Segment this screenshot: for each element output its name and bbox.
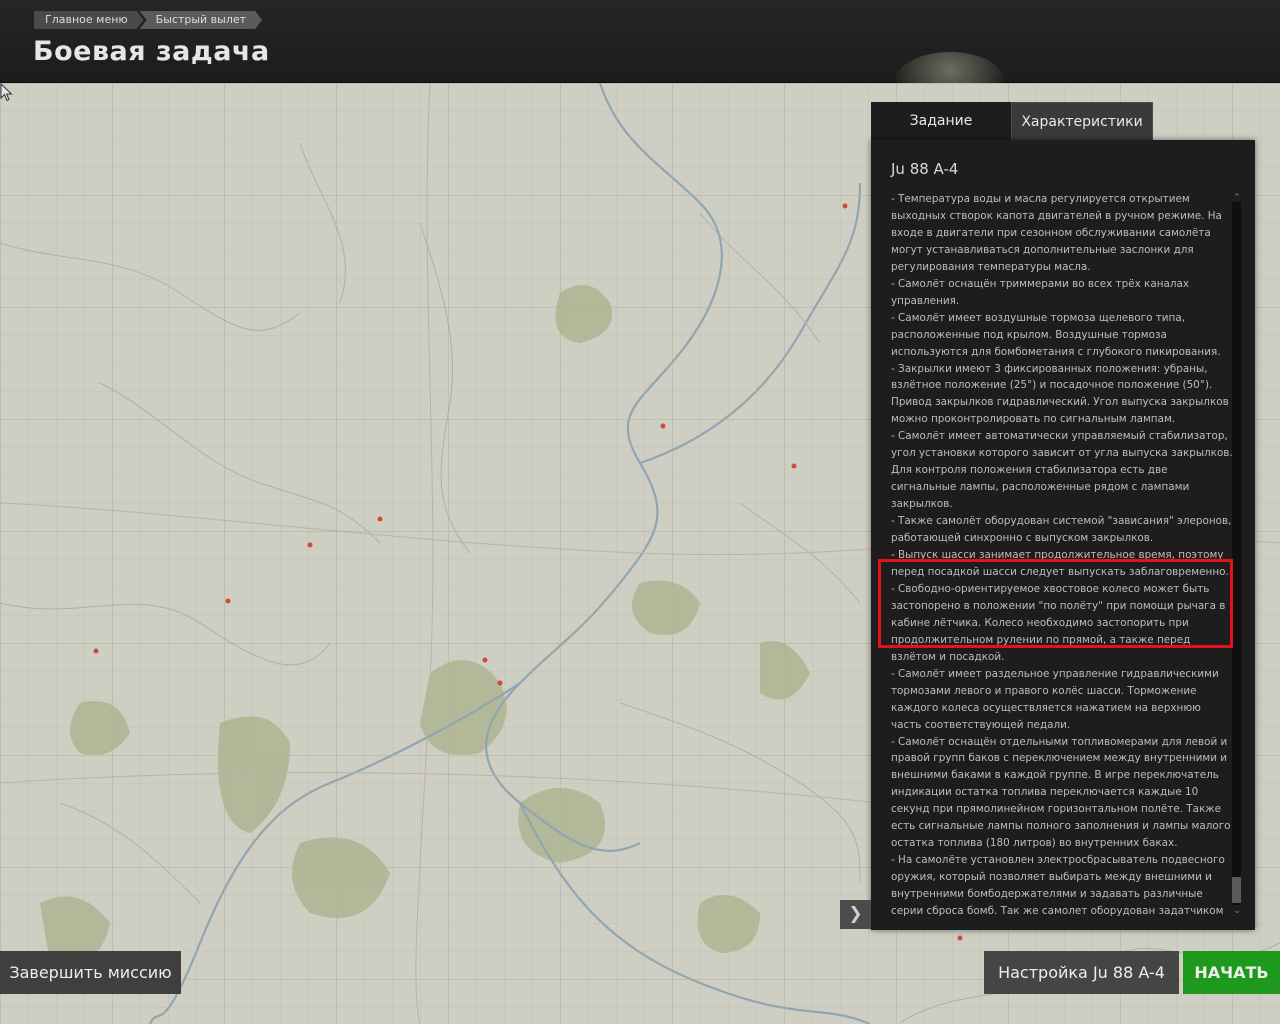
mouse-cursor-icon xyxy=(0,83,13,102)
tab-specifications[interactable]: Характеристики xyxy=(1011,102,1153,140)
chevron-right-icon: ❯ xyxy=(848,904,863,924)
aircraft-setup-button[interactable]: Настройка Ju 88 A-4 xyxy=(984,951,1179,994)
description-paragraph: - Самолёт имеет автоматически управляемы… xyxy=(891,430,1233,511)
breadcrumb: Главное меню Быстрый вылет xyxy=(34,11,258,29)
description-paragraph: - Самолёт оснащён триммерами во всех трё… xyxy=(891,277,1190,307)
scrollbar-thumb[interactable] xyxy=(1232,877,1241,903)
description-paragraph: - Выпуск шасси занимает продолжительное … xyxy=(891,549,1229,578)
briefing-tabs: Задание Характеристики xyxy=(871,102,1153,140)
description-paragraph: - Самолёт имеет раздельное управление ги… xyxy=(891,667,1219,731)
description-paragraph: - Температура воды и масла регулируется … xyxy=(891,193,1222,273)
scrollbar-track[interactable] xyxy=(1232,202,1241,905)
breadcrumb-quick-mission[interactable]: Быстрый вылет xyxy=(140,11,262,29)
header-bar: Главное меню Быстрый вылет Боевая задача xyxy=(0,0,1280,83)
description-paragraph: - Самолёт имеет воздушные тормоза щелево… xyxy=(891,311,1221,358)
breadcrumb-main-menu[interactable]: Главное меню xyxy=(34,11,144,29)
chevron-down-icon[interactable]: ⌄ xyxy=(1231,905,1243,917)
description-paragraph: - Закрылки имеют 3 фиксированных положен… xyxy=(891,362,1229,426)
briefing-panel: Ju 88 A-4 - Температура воды и масла рег… xyxy=(871,140,1255,930)
start-button[interactable]: НАЧАТЬ xyxy=(1183,951,1280,994)
description-paragraph: - Также самолёт оборудован системой "зав… xyxy=(891,515,1232,545)
tab-mission[interactable]: Задание xyxy=(871,102,1011,140)
description-paragraph-tail-wheel: - Свободно-ориентируемое хвостовое колес… xyxy=(891,582,1226,663)
aircraft-name: Ju 88 A-4 xyxy=(891,160,959,178)
aircraft-description[interactable]: - Температура воды и масла регулируется … xyxy=(891,191,1233,919)
description-paragraph: - На самолёте установлен электросбрасыва… xyxy=(891,854,1225,918)
end-mission-button[interactable]: Завершить миссию xyxy=(0,951,181,994)
collapse-panel-button[interactable]: ❯ xyxy=(840,900,871,929)
description-paragraph: - Самолёт оснащён отдельными топливомера… xyxy=(891,735,1231,850)
page-title: Боевая задача xyxy=(33,36,270,67)
